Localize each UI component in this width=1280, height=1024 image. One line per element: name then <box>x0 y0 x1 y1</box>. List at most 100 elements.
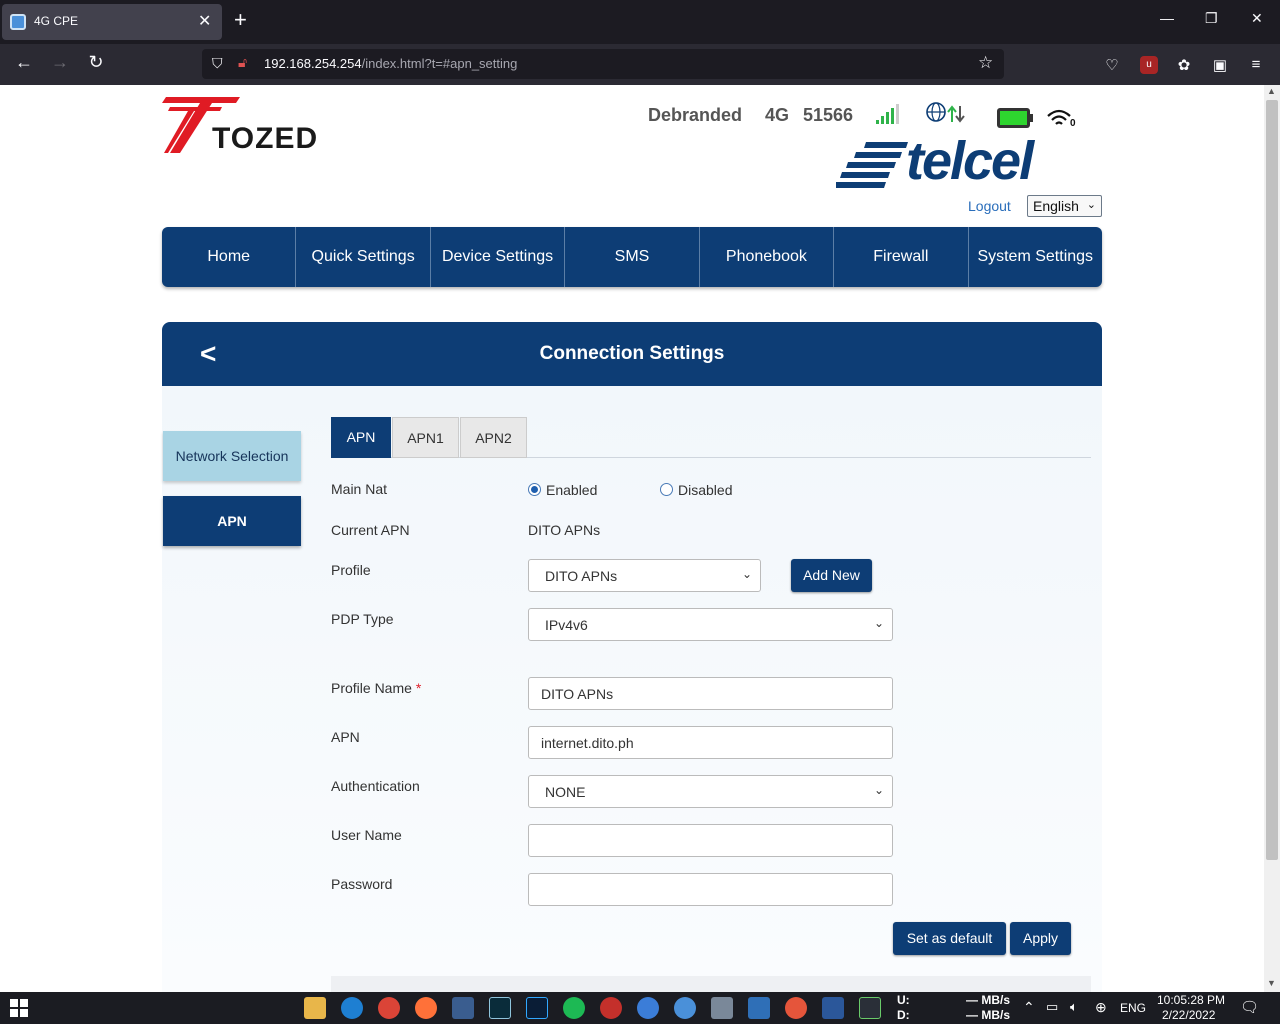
profile-select[interactable]: DITO APNs ⌄ <box>528 559 761 592</box>
app-t-icon[interactable] <box>600 997 622 1019</box>
current-apn-value: DITO APNs <box>528 522 601 538</box>
main-nat-disabled-radio[interactable] <box>660 483 673 496</box>
reader-icon[interactable]: ▣ <box>1211 56 1229 74</box>
logout-link[interactable]: Logout <box>968 198 1011 214</box>
net-down-rate: — MB/s <box>966 1008 1011 1022</box>
network-type: 4G <box>765 105 790 125</box>
bookmark-star-icon[interactable]: ☆ <box>978 53 993 73</box>
chevron-down-icon: ⌄ <box>873 616 884 630</box>
battery-tray-icon[interactable]: ▭ <box>1046 999 1058 1015</box>
pocket-icon[interactable]: ♡ <box>1103 56 1121 74</box>
tab-favicon-icon <box>10 14 26 30</box>
word-icon[interactable] <box>822 997 844 1019</box>
reload-icon[interactable]: ↻ <box>84 52 108 73</box>
app-window-icon[interactable] <box>748 997 770 1019</box>
main-nat-label: Main Nat <box>331 481 388 497</box>
terminal-icon[interactable] <box>859 997 881 1019</box>
chevron-down-icon: ⌄ <box>741 567 752 581</box>
edge-icon[interactable] <box>341 997 363 1019</box>
password-label: Password <box>331 876 393 892</box>
wifi-icon <box>1047 109 1071 125</box>
password-input[interactable] <box>528 873 893 906</box>
tray-chevron-icon[interactable]: ⌃ <box>1023 999 1035 1016</box>
side-item-network-selection[interactable]: Network Selection <box>163 431 301 481</box>
spotify-icon[interactable] <box>563 997 585 1019</box>
app-blue-icon[interactable] <box>637 997 659 1019</box>
tab-close-icon[interactable]: ✕ <box>198 11 211 31</box>
ublock-icon[interactable]: u <box>1140 56 1158 74</box>
wifi-client-count: 0 <box>1070 118 1076 129</box>
browser-tab-bar: 4G CPE ✕ + — ❐ ✕ <box>0 0 1280 44</box>
main-menu: Home Quick Settings Device Settings SMS … <box>162 227 1102 287</box>
menu-item-quick-settings[interactable]: Quick Settings <box>296 227 431 287</box>
authentication-value: NONE <box>545 784 586 800</box>
tab-apn1[interactable]: APN1 <box>392 417 459 458</box>
pdp-type-select[interactable]: IPv4v6 ⌄ <box>528 608 893 641</box>
scroll-up-icon[interactable]: ▲ <box>1267 86 1276 96</box>
browser-tab[interactable]: 4G CPE ✕ <box>2 4 222 40</box>
telcel-stripes-icon <box>836 142 908 188</box>
forward-icon[interactable]: → <box>48 52 72 73</box>
volume-icon[interactable]: 🔈︎ <box>1070 999 1078 1015</box>
menu-item-home[interactable]: Home <box>162 227 297 287</box>
scrollbar-thumb[interactable] <box>1266 100 1278 860</box>
url-bar[interactable]: ⛉ 🔓︎ 192.168.254.254/index.html?t=#apn_s… <box>202 49 1004 79</box>
remote-desktop-icon[interactable] <box>711 997 733 1019</box>
authentication-label: Authentication <box>331 778 420 794</box>
menu-item-device-settings[interactable]: Device Settings <box>431 227 566 287</box>
tab-apn2[interactable]: APN2 <box>460 417 527 458</box>
extension-icon[interactable]: ✿ <box>1175 56 1193 74</box>
language-select[interactable]: English ⌄ <box>1027 195 1102 217</box>
set-as-default-button[interactable]: Set as default <box>893 922 1006 955</box>
enabled-label[interactable]: Enabled <box>546 482 597 498</box>
app-globe-icon[interactable] <box>674 997 696 1019</box>
apn-input[interactable]: internet.dito.ph <box>528 726 893 759</box>
language-indicator[interactable]: ENG <box>1120 1001 1146 1015</box>
clock-time[interactable]: 10:05:28 PM <box>1157 993 1225 1007</box>
minimize-icon[interactable]: — <box>1160 10 1174 26</box>
required-mark: * <box>415 680 422 696</box>
telcel-logo-text: telcel <box>906 131 1034 191</box>
menu-item-sms[interactable]: SMS <box>565 227 700 287</box>
menu-item-firewall[interactable]: Firewall <box>834 227 969 287</box>
authentication-select[interactable]: NONE ⌄ <box>528 775 893 808</box>
pdp-type-value: IPv4v6 <box>545 617 588 633</box>
tracking-shield-icon[interactable]: ⛉ <box>212 55 223 72</box>
file-explorer-icon[interactable] <box>304 997 326 1019</box>
network-globe-icon[interactable]: ⊕ <box>1095 999 1107 1016</box>
menu-item-system-settings[interactable]: System Settings <box>969 227 1102 287</box>
menu-item-phonebook[interactable]: Phonebook <box>700 227 835 287</box>
firefox-icon[interactable] <box>415 997 437 1019</box>
window-close-icon[interactable]: ✕ <box>1251 10 1263 27</box>
notification-icon[interactable]: 🗨︎ <box>1240 998 1259 1016</box>
username-input[interactable] <box>528 824 893 857</box>
url-text[interactable]: 192.168.254.254/index.html?t=#apn_settin… <box>264 56 517 71</box>
browser-menu-icon[interactable]: ≡ <box>1247 56 1265 74</box>
new-tab-icon[interactable]: + <box>234 8 247 32</box>
photoshop-icon[interactable] <box>526 997 548 1019</box>
tab-apn[interactable]: APN <box>331 417 391 458</box>
internet-globe-icon <box>926 102 965 123</box>
restore-icon[interactable]: ❐ <box>1205 10 1218 27</box>
battery-icon <box>997 108 1033 128</box>
profile-name-label: Profile Name * <box>331 680 422 696</box>
clock-date[interactable]: 2/22/2022 <box>1162 1008 1215 1022</box>
tozed-logo-text: TOZED <box>212 122 319 155</box>
scroll-down-icon[interactable]: ▼ <box>1267 978 1276 988</box>
lightroom-icon[interactable] <box>489 997 511 1019</box>
add-new-button[interactable]: Add New <box>791 559 872 592</box>
windows-start-icon[interactable] <box>10 999 28 1017</box>
apply-button[interactable]: Apply <box>1010 922 1071 955</box>
notepad-icon[interactable] <box>452 997 474 1019</box>
main-nat-enabled-radio[interactable] <box>528 483 541 496</box>
chrome-icon[interactable] <box>378 997 400 1019</box>
apn-label: APN <box>331 729 360 745</box>
firefox-active-icon[interactable] <box>785 997 807 1019</box>
disabled-label[interactable]: Disabled <box>678 482 732 498</box>
profile-name-input[interactable]: DITO APNs <box>528 677 893 710</box>
chevron-down-icon: ⌄ <box>873 783 884 797</box>
side-item-apn[interactable]: APN <box>163 496 301 546</box>
back-icon[interactable]: ← <box>12 52 36 73</box>
profile-label: Profile <box>331 562 371 578</box>
insecure-lock-icon[interactable]: 🔓︎ <box>238 54 247 71</box>
